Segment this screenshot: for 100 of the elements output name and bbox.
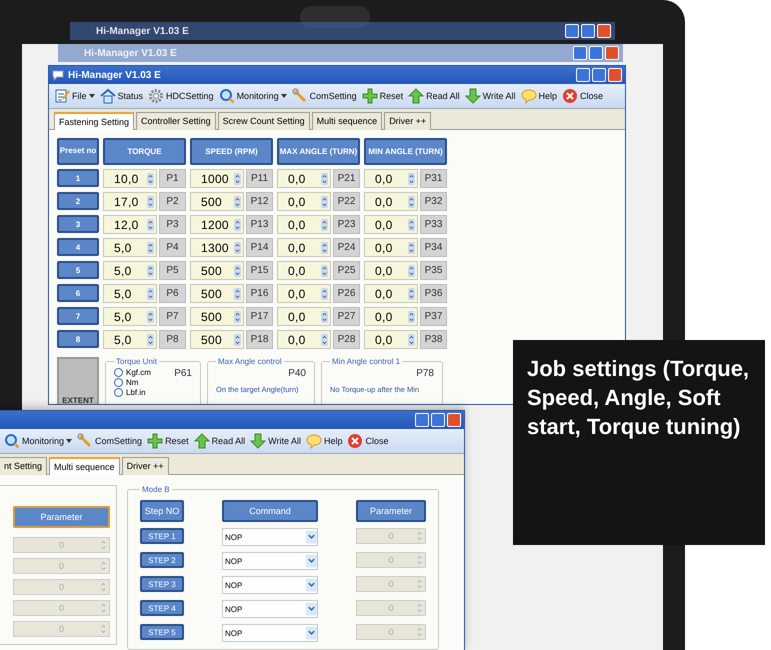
preset-button[interactable]: 8 [57,330,99,348]
preset-button[interactable]: 5 [57,261,99,279]
spinner-field[interactable]: 0,0 [277,215,331,234]
step-button[interactable]: STEP 5 [140,624,184,640]
step-button[interactable]: STEP 2 [140,552,184,568]
spinner-field[interactable]: 500 [190,330,244,349]
spinner-field[interactable]: 10,0 [103,169,157,188]
spinner-arrows-icon [147,310,154,324]
parameter-label: P15 [246,261,273,280]
spinner-field[interactable]: 0,0 [277,307,331,326]
extent-button[interactable]: EXTENT [57,357,99,404]
preset-button[interactable]: 4 [57,238,99,256]
toolbar-button[interactable]: Read All [192,433,248,449]
spinner-arrows-icon [408,264,415,278]
toolbar-button[interactable]: File [52,88,97,104]
command-dropdown[interactable]: NOP [222,528,318,546]
spinner-field[interactable]: 500 [190,192,244,211]
command-dropdown[interactable]: NOP [222,552,318,570]
spinner-arrows-icon [416,601,423,615]
parameter-label: P40 [287,368,306,379]
toolbar-button[interactable]: ComSetting [290,88,359,104]
toolbar-button[interactable]: Close [345,433,390,449]
spinner-field[interactable]: 500 [190,284,244,303]
spinner-field[interactable]: 0,0 [364,330,418,349]
tab[interactable]: Driver ++ [122,457,169,475]
spinner-field[interactable]: 12,0 [103,215,157,234]
toolbar-button[interactable]: HDCSetting [146,88,216,104]
spinner-field[interactable]: 0,0 [277,238,331,257]
tab[interactable]: Multi sequence [312,112,382,130]
preset-button[interactable]: 3 [57,215,99,233]
toolbar-button[interactable]: Write All [462,88,518,104]
step-button[interactable]: STEP 1 [140,528,184,544]
spinner-field[interactable]: 0,0 [277,192,331,211]
command-dropdown[interactable]: NOP [222,600,318,618]
spinner-arrows-icon [147,286,154,300]
app-icon [52,69,64,81]
toolbar-button[interactable]: Reset [360,88,406,104]
spinner-field[interactable]: 0,0 [364,238,418,257]
spinner-field[interactable]: 0,0 [364,169,418,188]
spinner-field[interactable]: 5,0 [103,330,157,349]
tab[interactable]: Screw Count Setting [218,112,310,130]
toolbar-button[interactable]: Monitoring [2,433,74,449]
parameter-label: P34 [420,238,447,257]
spinner-field[interactable]: 5,0 [103,307,157,326]
spinner-field[interactable]: 0,0 [364,192,418,211]
spinner-field[interactable]: 0,0 [277,330,331,349]
radio-option[interactable]: Nm [114,378,151,387]
preset-button[interactable]: 2 [57,192,99,210]
parameter-label: P2 [159,192,186,211]
spinner-arrows-icon [100,601,107,615]
spinner-field[interactable]: 0,0 [364,307,418,326]
tab[interactable]: Multi sequence [49,457,120,475]
radio-option[interactable]: Kgf.cm [114,368,151,377]
spinner-field[interactable]: 0,0 [277,169,331,188]
spinner-arrows-icon [321,172,328,186]
toolbar-button[interactable]: Monitoring [216,88,289,104]
toolbar-button[interactable]: Reset [145,433,191,449]
toolbar-button[interactable]: Help [518,88,560,104]
spinner-field[interactable]: 0,0 [364,215,418,234]
spinner-field[interactable]: 5,0 [103,261,157,280]
tab[interactable]: Fastening Setting [54,112,134,130]
spinner-field[interactable]: 0,0 [364,284,418,303]
toolbar-button[interactable]: Close [560,88,606,104]
spinner-field[interactable]: 0,0 [364,261,418,280]
parameter-label: P6 [159,284,186,303]
spinner-field[interactable]: 5,0 [103,284,157,303]
command-dropdown[interactable]: NOP [222,576,318,594]
spinner-field[interactable]: 5,0 [103,238,157,257]
spinner-arrows-icon [147,194,154,208]
down-arrow-icon [250,433,266,449]
spinner-field[interactable]: 0,0 [277,261,331,280]
toolbar-button[interactable]: Read All [406,88,462,104]
spinner-arrows-icon [100,559,107,573]
step-button[interactable]: STEP 4 [140,600,184,616]
parameter-label: P8 [159,330,186,349]
tab[interactable]: Controller Setting [136,112,216,130]
toolbar-button[interactable]: Status [98,88,146,104]
spinner-field[interactable]: 1000 [190,169,244,188]
spinner-field[interactable]: 1300 [190,238,244,257]
toolbar-button[interactable]: Write All [248,433,303,449]
spinner-field[interactable]: 500 [190,261,244,280]
preset-button[interactable]: 7 [57,307,99,325]
spinner-field[interactable]: 0,0 [277,284,331,303]
toolbar-button[interactable]: ComSetting [75,433,144,449]
column-header: Parameter [356,500,426,522]
toolbar-button[interactable]: Help [304,433,344,449]
spinner-field[interactable]: 500 [190,307,244,326]
command-dropdown[interactable]: NOP [222,624,318,642]
tab[interactable]: nt Setting [0,457,48,475]
spinner-field[interactable]: 1200 [190,215,244,234]
caption-text: Job settings (Torque, Speed, Angle, Soft start, Torque tuning) [513,340,765,545]
tab[interactable]: Driver ++ [384,112,432,130]
parameter-label: P13 [246,215,273,234]
parameter-label: P23 [333,215,360,234]
preset-button[interactable]: 6 [57,284,99,302]
down-arrow-icon [464,88,481,104]
preset-button[interactable]: 1 [57,169,99,187]
radio-option[interactable]: Lbf.in [114,388,151,397]
spinner-field[interactable]: 17,0 [103,192,157,211]
step-button[interactable]: STEP 3 [140,576,184,592]
